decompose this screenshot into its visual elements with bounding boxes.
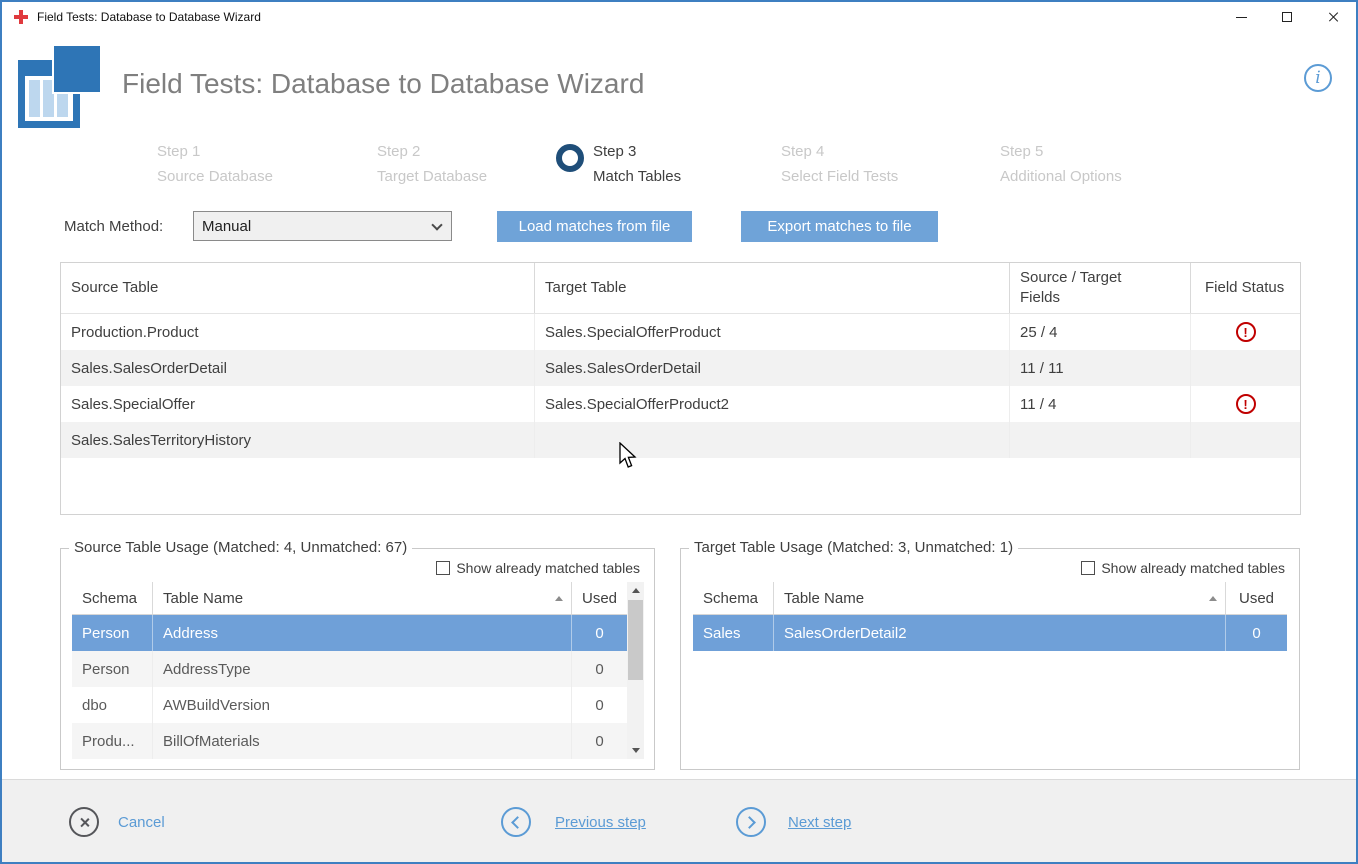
arrow-down-icon <box>632 748 640 753</box>
step-3-match-tables: Step 3 Match Tables <box>593 139 681 189</box>
match-method-label: Match Method: <box>64 218 163 235</box>
target-table-row[interactable]: Sales SalesOrderDetail2 0 <box>693 615 1287 651</box>
field-status-error-icon: ! <box>1236 322 1256 342</box>
cancel-button[interactable] <box>69 807 99 837</box>
previous-step-button[interactable] <box>501 807 531 837</box>
step-1-source-database: Step 1 Source Database <box>157 139 273 189</box>
source-usage-title: Source Table Usage (Matched: 4, Unmatche… <box>69 539 412 556</box>
chevron-right-icon <box>743 816 756 829</box>
footer-bar: Cancel Previous step Next step <box>2 779 1356 862</box>
match-table-row[interactable]: Sales.SpecialOffer Sales.SpecialOfferPro… <box>61 386 1300 422</box>
show-matched-checkbox[interactable] <box>436 561 450 575</box>
source-table-row[interactable]: Person Address 0 <box>72 615 627 651</box>
target-header-schema[interactable]: Schema <box>693 582 773 614</box>
scroll-down-button[interactable] <box>627 742 644 759</box>
target-header-table-name[interactable]: Table Name <box>773 582 1225 614</box>
target-usage-table: Schema Table Name Used Sales SalesOrderD… <box>693 582 1287 651</box>
close-icon <box>1327 11 1339 23</box>
match-method-value: Manual <box>202 218 251 235</box>
target-table-usage-group: Target Table Usage (Matched: 3, Unmatche… <box>680 548 1300 770</box>
source-header-schema[interactable]: Schema <box>72 582 152 614</box>
step-5-additional-options: Step 5 Additional Options <box>1000 139 1122 189</box>
sort-ascending-icon <box>555 596 563 601</box>
info-icon: i <box>1315 70 1320 87</box>
source-header-used[interactable]: Used <box>571 582 627 614</box>
match-table-row[interactable]: Production.Product Sales.SpecialOfferPro… <box>61 314 1300 350</box>
maximize-button[interactable] <box>1264 2 1310 32</box>
minimize-icon <box>1236 17 1247 18</box>
source-table-row[interactable]: Produ... BillOfMaterials 0 <box>72 723 627 759</box>
show-matched-label: Show already matched tables <box>456 560 640 576</box>
export-matches-button[interactable]: Export matches to file <box>741 211 938 242</box>
close-button[interactable] <box>1310 2 1356 32</box>
window-title: Field Tests: Database to Database Wizard <box>37 10 261 24</box>
info-button[interactable]: i <box>1304 64 1332 92</box>
source-table-row[interactable]: Person AddressType 0 <box>72 651 627 687</box>
scrollbar-thumb[interactable] <box>628 600 643 680</box>
vertical-scrollbar[interactable] <box>627 582 644 759</box>
source-show-matched-row: Show already matched tables <box>436 560 640 576</box>
source-header-table-name[interactable]: Table Name <box>152 582 571 614</box>
target-usage-title: Target Table Usage (Matched: 3, Unmatche… <box>689 539 1018 556</box>
step-2-target-database: Step 2 Target Database <box>377 139 487 189</box>
match-table-row[interactable]: Sales.SalesOrderDetail Sales.SalesOrderD… <box>61 350 1300 386</box>
show-matched-checkbox[interactable] <box>1081 561 1095 575</box>
source-usage-table: Schema Table Name Used Person Address 0 … <box>72 582 627 759</box>
sort-ascending-icon <box>1209 596 1217 601</box>
next-step-button[interactable] <box>736 807 766 837</box>
source-table-row[interactable]: dbo AWBuildVersion 0 <box>72 687 627 723</box>
previous-step-label[interactable]: Previous step <box>555 814 646 831</box>
match-table-header: Source Table Target Table Source / Targe… <box>61 263 1300 314</box>
show-matched-label: Show already matched tables <box>1101 560 1285 576</box>
app-icon <box>14 10 28 24</box>
header-field-status: Field Status <box>1190 263 1300 313</box>
app-logo-icon <box>18 46 102 130</box>
scroll-up-button[interactable] <box>627 582 644 599</box>
match-method-dropdown[interactable]: Manual <box>193 211 452 241</box>
close-icon <box>79 817 90 828</box>
chevron-left-icon <box>511 816 524 829</box>
chevron-down-icon <box>431 219 442 230</box>
match-table-row[interactable]: Sales.SalesTerritoryHistory <box>61 422 1300 458</box>
target-header-used[interactable]: Used <box>1225 582 1287 614</box>
window-controls <box>1218 2 1356 32</box>
field-status-error-icon: ! <box>1236 394 1256 414</box>
step-4-select-field-tests: Step 4 Select Field Tests <box>781 139 898 189</box>
page-title: Field Tests: Database to Database Wizard <box>122 68 644 100</box>
source-table-usage-group: Source Table Usage (Matched: 4, Unmatche… <box>60 548 655 770</box>
match-table: Source Table Target Table Source / Targe… <box>60 262 1301 515</box>
minimize-button[interactable] <box>1218 2 1264 32</box>
header-source-table: Source Table <box>61 263 534 313</box>
cancel-label[interactable]: Cancel <box>118 814 165 831</box>
logo-front-square <box>54 46 100 92</box>
current-step-ring-icon <box>556 144 584 172</box>
maximize-icon <box>1282 12 1292 22</box>
arrow-up-icon <box>632 588 640 593</box>
titlebar: Field Tests: Database to Database Wizard <box>2 2 1356 32</box>
next-step-label[interactable]: Next step <box>788 814 851 831</box>
load-matches-button[interactable]: Load matches from file <box>497 211 692 242</box>
target-show-matched-row: Show already matched tables <box>1081 560 1285 576</box>
app-window: Field Tests: Database to Database Wizard… <box>0 0 1358 864</box>
header-source-target-fields: Source / Target Fields <box>1009 263 1190 313</box>
header-target-table: Target Table <box>534 263 1009 313</box>
